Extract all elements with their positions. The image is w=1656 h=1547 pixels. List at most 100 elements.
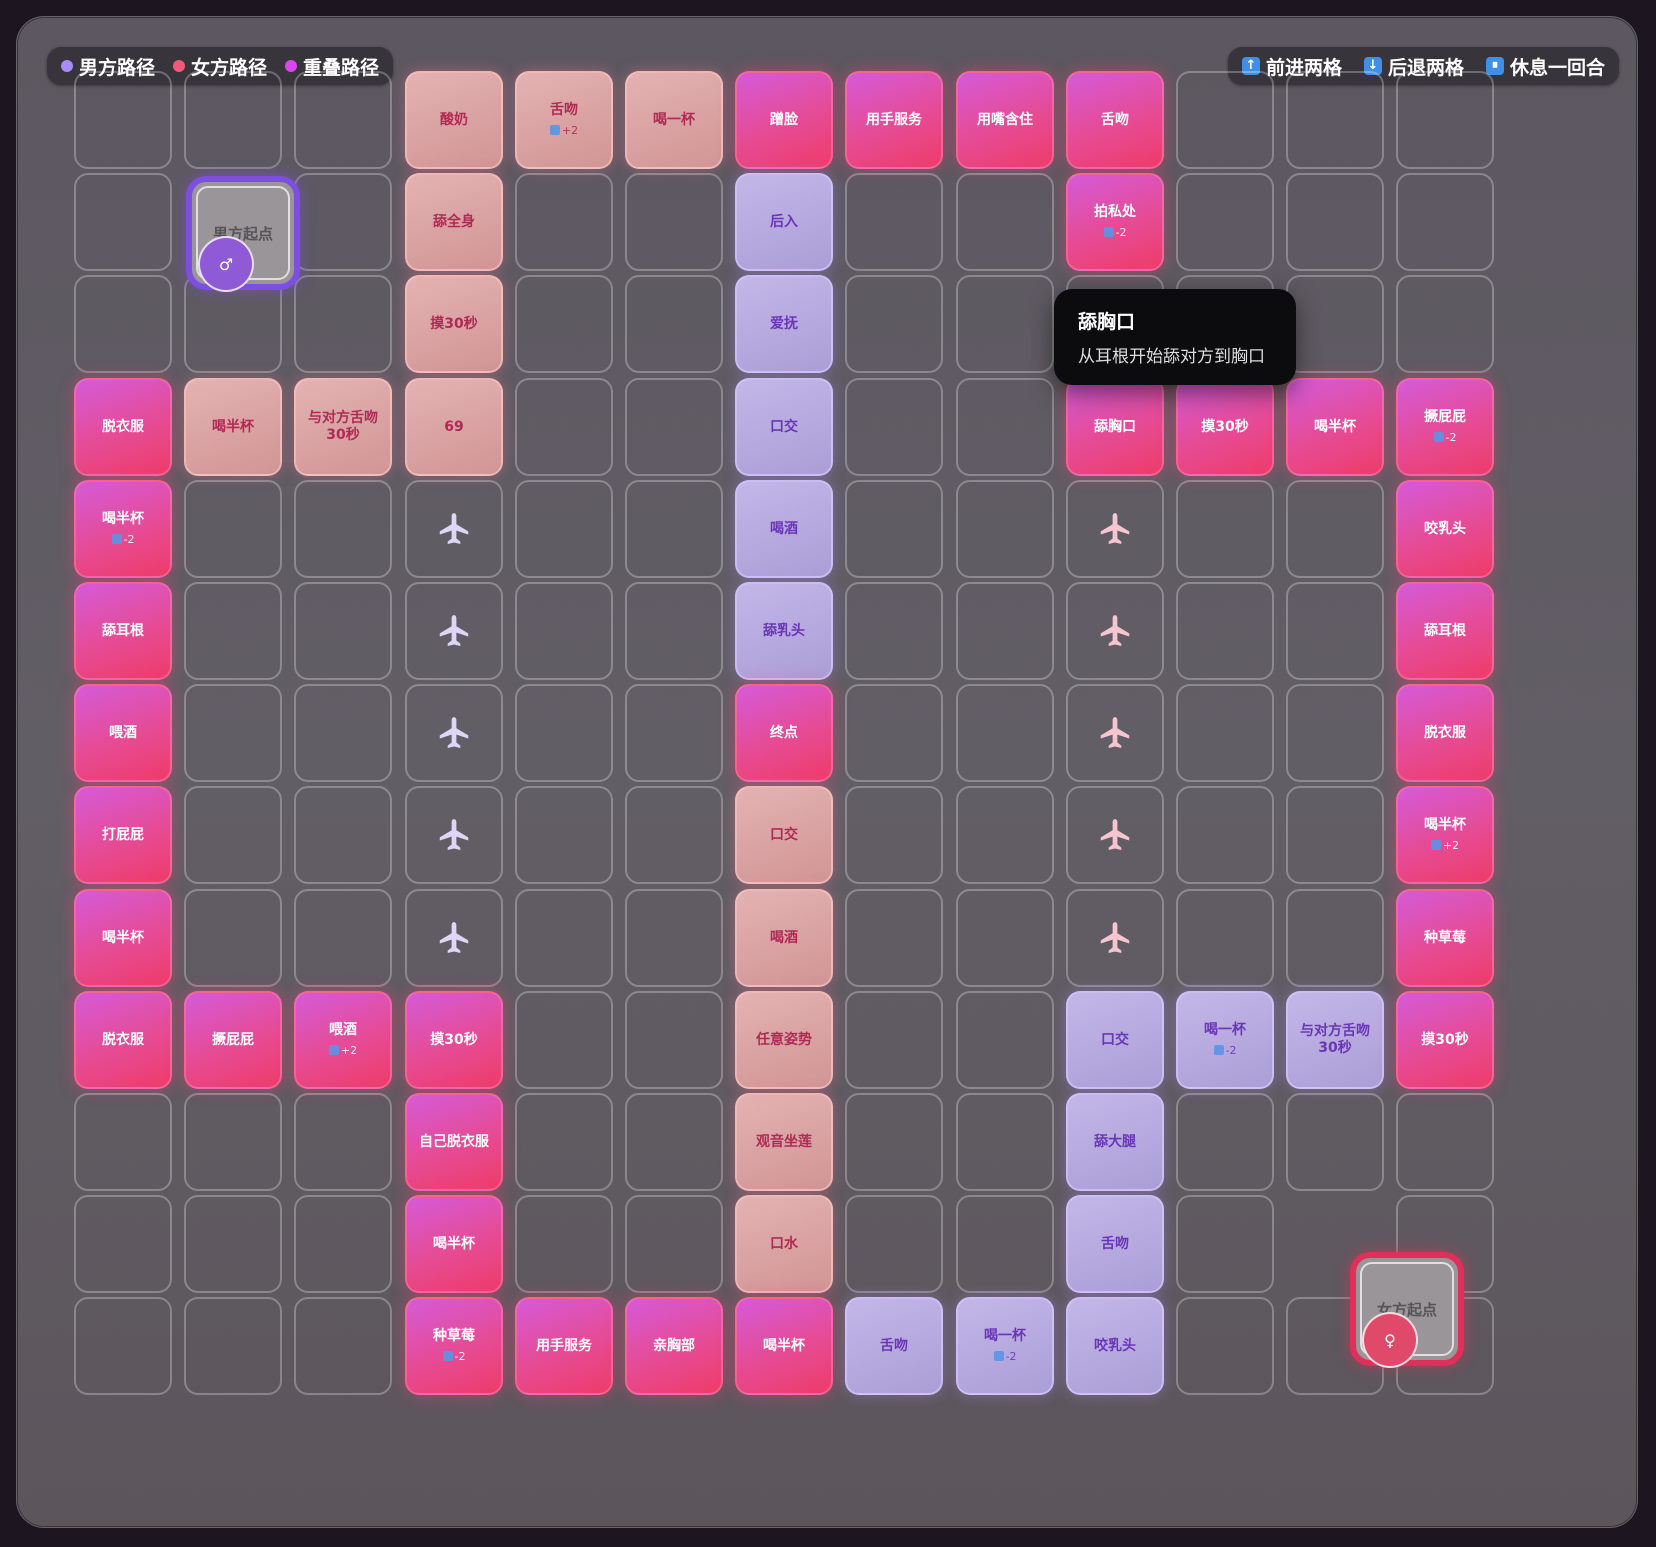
board-cell[interactable]: 摸30秒 — [405, 275, 503, 373]
female-start-cell[interactable]: 女方起点 ♀ — [1350, 1252, 1464, 1368]
board-cell[interactable]: 摸30秒 — [1396, 991, 1494, 1089]
board-cell[interactable]: 喝半杯 — [184, 378, 282, 476]
board-cell[interactable]: 口交 — [735, 786, 833, 884]
board-cell[interactable]: 舔大腿 — [1066, 1093, 1164, 1191]
board-cell[interactable]: 脱衣服 — [74, 378, 172, 476]
board-cell[interactable]: 口交 — [1066, 991, 1164, 1089]
plane-shortcut-cell[interactable] — [1066, 684, 1164, 782]
plane-shortcut-cell[interactable] — [405, 684, 503, 782]
board-cell[interactable]: 爱抚 — [735, 275, 833, 373]
board-cell[interactable]: 观音坐莲 — [735, 1093, 833, 1191]
male-symbol-icon: ♂ — [218, 254, 234, 274]
board-cell[interactable]: 喝半杯 -2 — [74, 480, 172, 578]
board-cell[interactable]: 酸奶 — [405, 71, 503, 169]
board-cell[interactable]: 脱衣服 — [1396, 684, 1494, 782]
male-start-cell[interactable]: 男方起点 ♂ — [186, 176, 300, 292]
board-cell[interactable]: 舔乳头 — [735, 582, 833, 680]
cell-label: 摸30秒 — [430, 315, 478, 332]
overlap-path-dot — [285, 60, 298, 72]
board-cell[interactable]: 喝半杯 — [74, 889, 172, 987]
board-cell[interactable]: 撅屁屁 — [184, 991, 282, 1089]
board-cell[interactable]: 喝一杯 -2 — [956, 1297, 1054, 1395]
board-cell[interactable]: 与对方舌吻30秒 — [1286, 991, 1384, 1089]
board-cell[interactable]: 舌吻 — [1066, 71, 1164, 169]
board-cell[interactable]: 咬乳头 — [1066, 1297, 1164, 1395]
female-token[interactable]: ♀ — [1362, 1312, 1418, 1368]
arrow-down-icon — [111, 534, 122, 544]
cell-modifier: +2 — [1430, 837, 1460, 854]
cell-label: 咬乳头 — [1094, 1337, 1136, 1354]
board-cell[interactable]: 舌吻 — [845, 1297, 943, 1395]
board-cell[interactable]: 口交 — [735, 378, 833, 476]
board-cell[interactable]: 69 — [405, 378, 503, 476]
board-cell[interactable]: 用嘴含住 — [956, 71, 1054, 169]
board-cell[interactable]: 脱衣服 — [74, 991, 172, 1089]
board-cell[interactable]: 喂酒 +2 — [294, 991, 392, 1089]
cell-label: 喝半杯 — [433, 1235, 475, 1252]
empty-cell — [515, 684, 613, 782]
board-cell[interactable]: 喝酒 — [735, 889, 833, 987]
board-cell[interactable]: 种草莓 — [1396, 889, 1494, 987]
board-cell[interactable]: 喝半杯 — [405, 1195, 503, 1293]
board-cell[interactable]: 喝酒 — [735, 480, 833, 578]
cell-tooltip: 舔胸口 从耳根开始舔对方到胸口 — [1054, 289, 1296, 385]
board-cell[interactable]: 舔耳根 — [1396, 582, 1494, 680]
board-cell[interactable]: 舔耳根 — [74, 582, 172, 680]
plane-shortcut-cell[interactable] — [1066, 582, 1164, 680]
modifier-value: +2 — [1442, 838, 1460, 852]
cell-label: 咬乳头 — [1424, 520, 1466, 537]
plane-shortcut-cell[interactable] — [1066, 480, 1164, 578]
board-cell[interactable]: 用手服务 — [515, 1297, 613, 1395]
board-cell[interactable]: 拍私处 -2 — [1066, 173, 1164, 271]
board-cell[interactable]: 喝一杯 -2 — [1176, 991, 1274, 1089]
cell-label: 撅屁屁 — [1424, 408, 1466, 425]
empty-cell — [845, 275, 943, 373]
board-cell[interactable]: 亲胸部 — [625, 1297, 723, 1395]
board-cell[interactable]: 蹭脸 — [735, 71, 833, 169]
board-cell[interactable]: 种草莓 -2 — [405, 1297, 503, 1395]
empty-cell — [956, 1093, 1054, 1191]
male-token[interactable]: ♂ — [198, 236, 254, 292]
board-cell[interactable]: 口水 — [735, 1195, 833, 1293]
board-cell[interactable]: 喝半杯 — [1286, 378, 1384, 476]
board-cell[interactable]: 舌吻 — [1066, 1195, 1164, 1293]
board-cell[interactable]: 后入 — [735, 173, 833, 271]
empty-cell — [625, 582, 723, 680]
board-cell[interactable]: 咬乳头 — [1396, 480, 1494, 578]
cell-label: 口交 — [770, 418, 798, 435]
board-cell[interactable]: 喝一杯 — [625, 71, 723, 169]
board-cell[interactable]: 摸30秒 — [405, 991, 503, 1089]
board-cell[interactable]: 摸30秒 — [1176, 378, 1274, 476]
board-cell[interactable]: 喝半杯 +2 — [1396, 786, 1494, 884]
board-cell[interactable]: 撅屁屁 -2 — [1396, 378, 1494, 476]
board-cell[interactable]: 任意姿势 — [735, 991, 833, 1089]
plane-shortcut-cell[interactable] — [405, 889, 503, 987]
board-cell[interactable]: 舔全身 — [405, 173, 503, 271]
plane-shortcut-cell[interactable] — [405, 582, 503, 680]
modifier-value: -2 — [454, 1349, 466, 1363]
cell-label: 舔耳根 — [1424, 622, 1466, 639]
board-cell[interactable]: 舔胸口 — [1066, 378, 1164, 476]
cell-label: 69 — [444, 418, 464, 435]
board-cell[interactable]: 舌吻 +2 — [515, 71, 613, 169]
cell-modifier: -2 — [1103, 224, 1126, 241]
board-cell[interactable]: 用手服务 — [845, 71, 943, 169]
board-cell[interactable]: 自己脱衣服 — [405, 1093, 503, 1191]
cell-label: 撅屁屁 — [212, 1031, 254, 1048]
board-cell[interactable]: 终点 — [735, 684, 833, 782]
tooltip-description: 从耳根开始舔对方到胸口 — [1078, 347, 1265, 367]
plane-shortcut-cell[interactable] — [405, 786, 503, 884]
board-cell[interactable]: 与对方舌吻30秒 — [294, 378, 392, 476]
empty-cell — [625, 991, 723, 1089]
board-cell[interactable]: 打屁屁 — [74, 786, 172, 884]
empty-cell — [74, 1297, 172, 1395]
board-cell[interactable]: 喝半杯 — [735, 1297, 833, 1395]
board-cell[interactable]: 喂酒 — [74, 684, 172, 782]
cell-label: 拍私处 — [1094, 203, 1136, 220]
empty-cell — [1396, 1093, 1494, 1191]
empty-cell — [1176, 889, 1274, 987]
cell-label: 喝一杯 — [984, 1327, 1026, 1344]
plane-shortcut-cell[interactable] — [1066, 786, 1164, 884]
plane-shortcut-cell[interactable] — [1066, 889, 1164, 987]
plane-shortcut-cell[interactable] — [405, 480, 503, 578]
